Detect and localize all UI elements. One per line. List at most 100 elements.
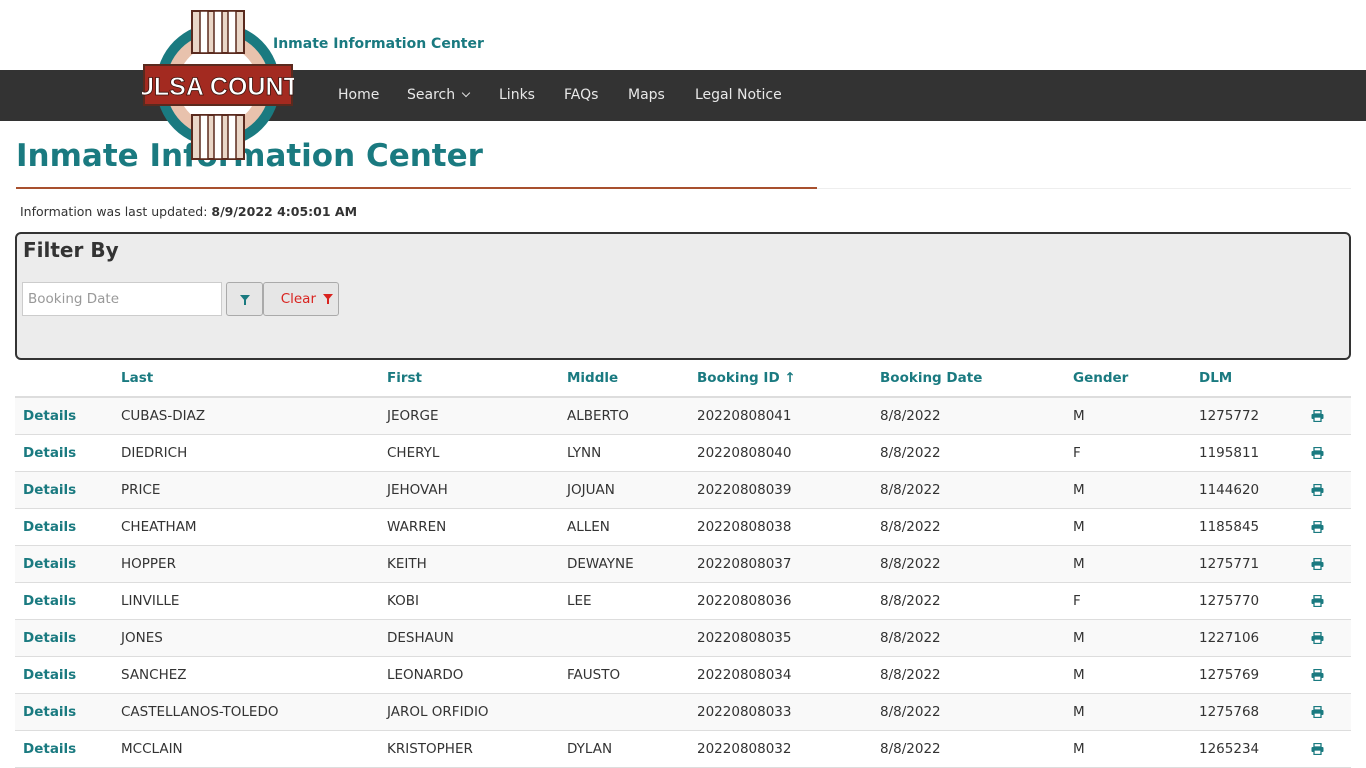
dlm-cell: 1265234 [1199, 741, 1260, 757]
booking-date-cell: 8/8/2022 [880, 556, 941, 572]
table-row: Details SANCHEZ LEONARDO FAUSTO 20220808034 8… [15, 657, 1351, 694]
column-header-booking-id[interactable]: Booking ID ↑ [697, 370, 796, 386]
booking-id-cell: 20220808038 [697, 519, 792, 535]
dlm-cell: 1227106 [1199, 630, 1260, 646]
booking-date-cell: 8/8/2022 [880, 593, 941, 609]
middle-name-cell: DYLAN [567, 741, 613, 757]
booking-id-cell: 20220808034 [697, 667, 792, 683]
apply-filter-button[interactable] [226, 282, 263, 316]
booking-date-cell: 8/8/2022 [880, 482, 941, 498]
table-row: Details PRICE JEHOVAH JOJUAN 20220808039 8/8/… [15, 472, 1351, 509]
print-icon[interactable] [1311, 447, 1324, 459]
first-name-cell: CHERYL [387, 445, 440, 461]
filter-icon [323, 294, 334, 304]
gender-cell: M [1073, 556, 1085, 572]
print-icon[interactable] [1311, 521, 1324, 533]
booking-date-input[interactable] [22, 282, 222, 316]
print-icon[interactable] [1311, 410, 1324, 422]
site-title-link[interactable]: Inmate Information Center [273, 36, 484, 52]
print-icon[interactable] [1311, 632, 1324, 644]
details-link[interactable]: Details [23, 519, 76, 535]
last-name-cell: CUBAS-DIAZ [121, 408, 206, 424]
details-link[interactable]: Details [23, 741, 76, 757]
dlm-cell: 1275769 [1199, 667, 1260, 683]
booking-date-cell: 8/8/2022 [880, 667, 941, 683]
last-name-cell: DIEDRICH [121, 445, 188, 461]
gender-cell: M [1073, 482, 1085, 498]
first-name-cell: WARREN [387, 519, 447, 535]
booking-id-cell: 20220808039 [697, 482, 792, 498]
table-header: Last First Middle Booking ID ↑ Booking D… [15, 362, 1351, 398]
nav-maps[interactable]: Maps [628, 70, 665, 121]
middle-name-cell: JOJUAN [567, 482, 615, 498]
first-name-cell: DESHAUN [387, 630, 454, 646]
print-icon[interactable] [1311, 743, 1324, 755]
first-name-cell: KRISTOPHER [387, 741, 473, 757]
print-icon[interactable] [1311, 669, 1324, 681]
middle-name-cell: FAUSTO [567, 667, 621, 683]
booking-id-cell: 20220808033 [697, 704, 792, 720]
nav-home[interactable]: Home [338, 70, 379, 121]
details-link[interactable]: Details [23, 704, 76, 720]
dlm-cell: 1275770 [1199, 593, 1260, 609]
column-header-gender[interactable]: Gender [1073, 370, 1128, 386]
gender-cell: M [1073, 704, 1085, 720]
middle-name-cell: LEE [567, 593, 592, 609]
nav-legal-notice[interactable]: Legal Notice [695, 70, 782, 121]
table-row: Details JONES DESHAUN 20220808035 8/8/2022 M 1… [15, 620, 1351, 657]
booking-id-cell: 20220808040 [697, 445, 792, 461]
clear-filter-button[interactable]: Clear [263, 282, 339, 316]
details-link[interactable]: Details [23, 482, 76, 498]
dlm-cell: 1195811 [1199, 445, 1260, 461]
last-name-cell: PRICE [121, 482, 161, 498]
column-header-first[interactable]: First [387, 370, 422, 386]
details-link[interactable]: Details [23, 408, 76, 424]
column-header-dlm[interactable]: DLM [1199, 370, 1232, 386]
filter-icon [239, 294, 250, 305]
table-body: Details CUBAS-DIAZ JEORGE ALBERTO 2022080804… [15, 398, 1351, 768]
first-name-cell: JAROL ORFIDIO [387, 704, 489, 720]
table-row: Details LINVILLE KOBI LEE 20220808036 8/8/202… [15, 583, 1351, 620]
details-link[interactable]: Details [23, 593, 76, 609]
details-link[interactable]: Details [23, 445, 76, 461]
last-updated-label: Information was last updated: [20, 204, 208, 219]
gender-cell: F [1073, 593, 1081, 609]
nav-search[interactable]: Search [407, 70, 471, 121]
middle-name-cell: ALBERTO [567, 408, 629, 424]
last-name-cell: CHEATHAM [121, 519, 197, 535]
booking-date-cell: 8/8/2022 [880, 445, 941, 461]
dlm-cell: 1144620 [1199, 482, 1260, 498]
last-name-cell: CASTELLANOS-TOLEDO [121, 704, 279, 720]
booking-id-cell: 20220808037 [697, 556, 792, 572]
print-icon[interactable] [1311, 595, 1324, 607]
details-link[interactable]: Details [23, 556, 76, 572]
last-updated: Information was last updated: 8/9/2022 4… [20, 204, 357, 219]
nav-links[interactable]: Links [499, 70, 535, 121]
first-name-cell: KOBI [387, 593, 419, 609]
nav-faqs[interactable]: FAQs [564, 70, 598, 121]
print-icon[interactable] [1311, 706, 1324, 718]
details-link[interactable]: Details [23, 667, 76, 683]
dlm-cell: 1275771 [1199, 556, 1260, 572]
logo-text: TULSA COUNTY [142, 73, 294, 101]
booking-date-cell: 8/8/2022 [880, 704, 941, 720]
last-name-cell: HOPPER [121, 556, 176, 572]
print-icon[interactable] [1311, 558, 1324, 570]
booking-id-cell: 20220808041 [697, 408, 792, 424]
gender-cell: M [1073, 741, 1085, 757]
details-link[interactable]: Details [23, 630, 76, 646]
middle-name-cell: LYNN [567, 445, 602, 461]
gender-cell: F [1073, 445, 1081, 461]
last-name-cell: JONES [121, 630, 163, 646]
column-header-middle[interactable]: Middle [567, 370, 618, 386]
gender-cell: M [1073, 667, 1085, 683]
tulsa-county-logo[interactable]: TULSA COUNTY [142, 9, 294, 161]
booking-date-cell: 8/8/2022 [880, 519, 941, 535]
print-icon[interactable] [1311, 484, 1324, 496]
column-header-last[interactable]: Last [121, 370, 153, 386]
nav-search-label: Search [407, 87, 456, 103]
first-name-cell: JEHOVAH [387, 482, 448, 498]
column-header-booking-date[interactable]: Booking Date [880, 370, 982, 386]
inmate-table: Last First Middle Booking ID ↑ Booking D… [15, 362, 1351, 768]
table-row: Details CUBAS-DIAZ JEORGE ALBERTO 2022080804… [15, 398, 1351, 435]
